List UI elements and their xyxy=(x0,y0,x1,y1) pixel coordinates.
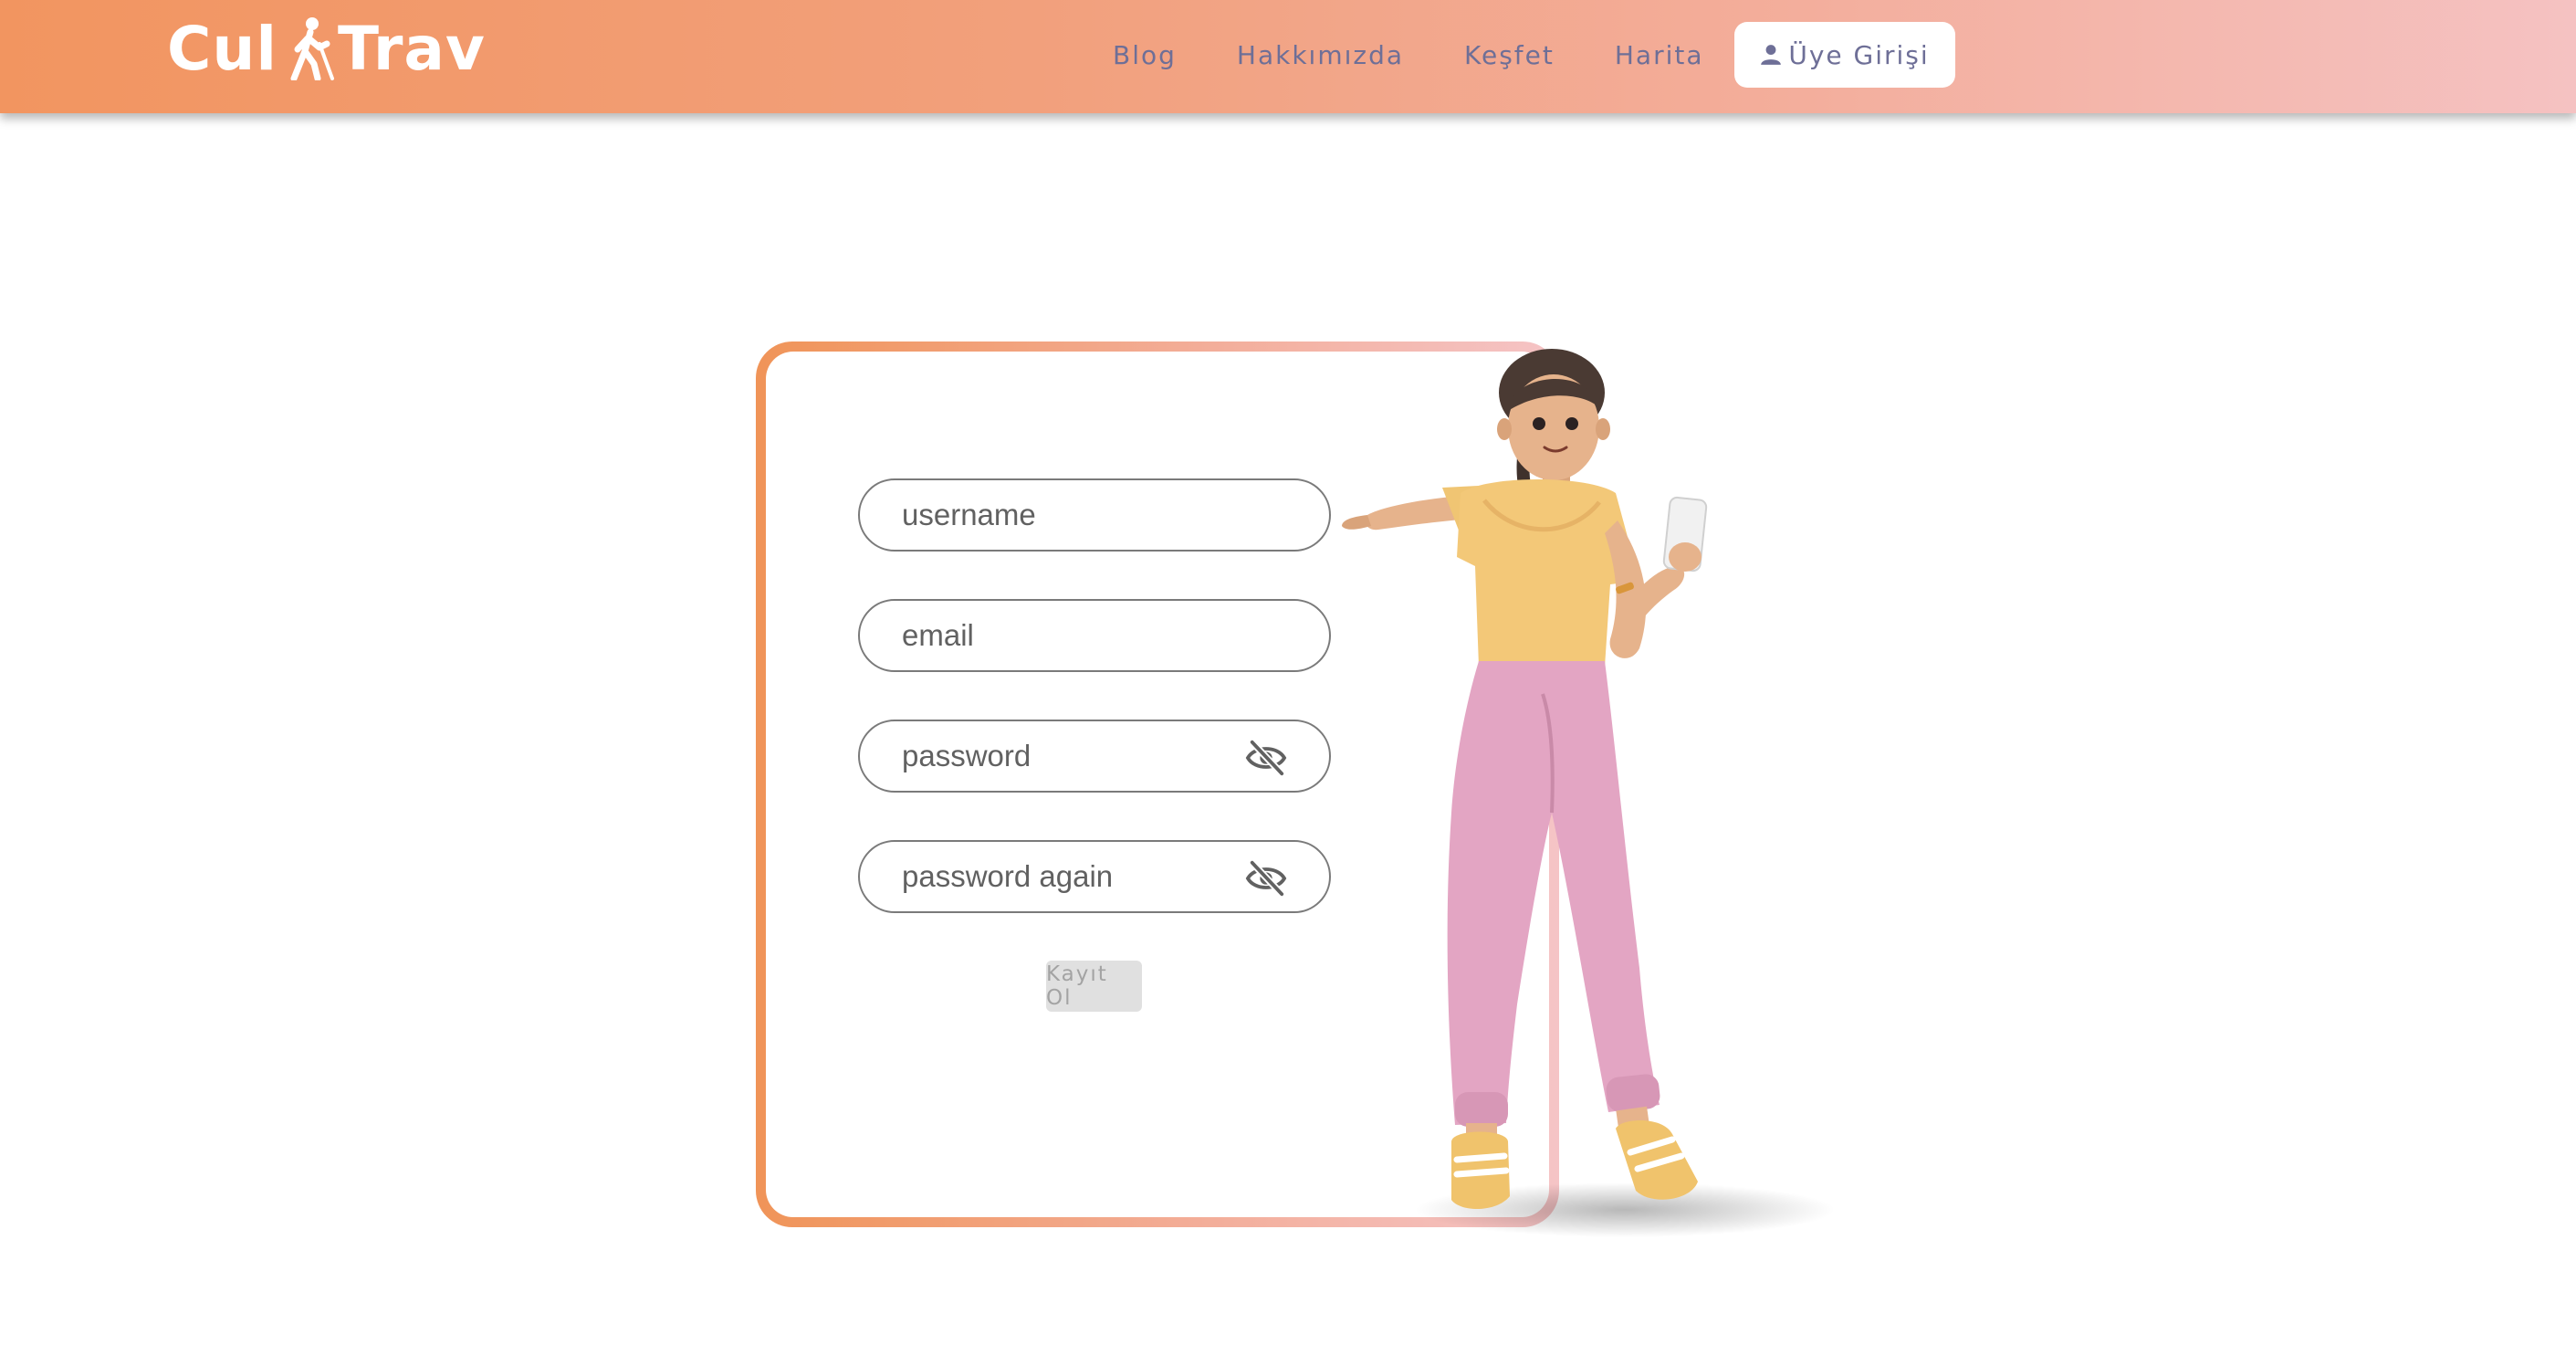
nav-link-map[interactable]: Harita xyxy=(1585,40,1734,70)
username-placeholder: username xyxy=(902,498,1036,531)
top-navbar: Cul Trav Blog Hakkımızda Keşfet Harita Ü… xyxy=(0,0,2576,113)
person-icon xyxy=(1761,45,1782,65)
register-submit-label: Kayıt Ol xyxy=(1046,962,1108,1010)
character-illustration xyxy=(1342,349,1835,1237)
username-input[interactable]: username xyxy=(858,478,1331,552)
email-input[interactable]: email xyxy=(858,599,1331,672)
site-logo[interactable]: Cul Trav xyxy=(167,14,486,84)
walking-person-icon xyxy=(290,17,335,80)
password-input[interactable]: password xyxy=(858,720,1331,793)
nav-link-explore[interactable]: Keşfet xyxy=(1434,40,1585,70)
register-submit-button[interactable]: Kayıt Ol xyxy=(1046,961,1142,1012)
password-placeholder: password xyxy=(902,739,1031,772)
eye-off-icon[interactable] xyxy=(1245,739,1287,777)
logo-text-right: Trav xyxy=(338,13,486,84)
eye-off-icon[interactable] xyxy=(1245,859,1287,898)
login-button-label: Üye Girişi xyxy=(1788,39,1930,70)
nav-link-about[interactable]: Hakkımızda xyxy=(1207,40,1434,70)
main-nav: Blog Hakkımızda Keşfet Harita Üye Girişi xyxy=(1077,22,1955,88)
email-placeholder: email xyxy=(902,618,974,652)
login-button[interactable]: Üye Girişi xyxy=(1733,22,1955,88)
logo-text-left: Cul xyxy=(167,13,278,84)
nav-link-blog[interactable]: Blog xyxy=(1077,40,1207,70)
password-again-input[interactable]: password again xyxy=(858,840,1331,913)
password-again-placeholder: password again xyxy=(902,859,1114,893)
